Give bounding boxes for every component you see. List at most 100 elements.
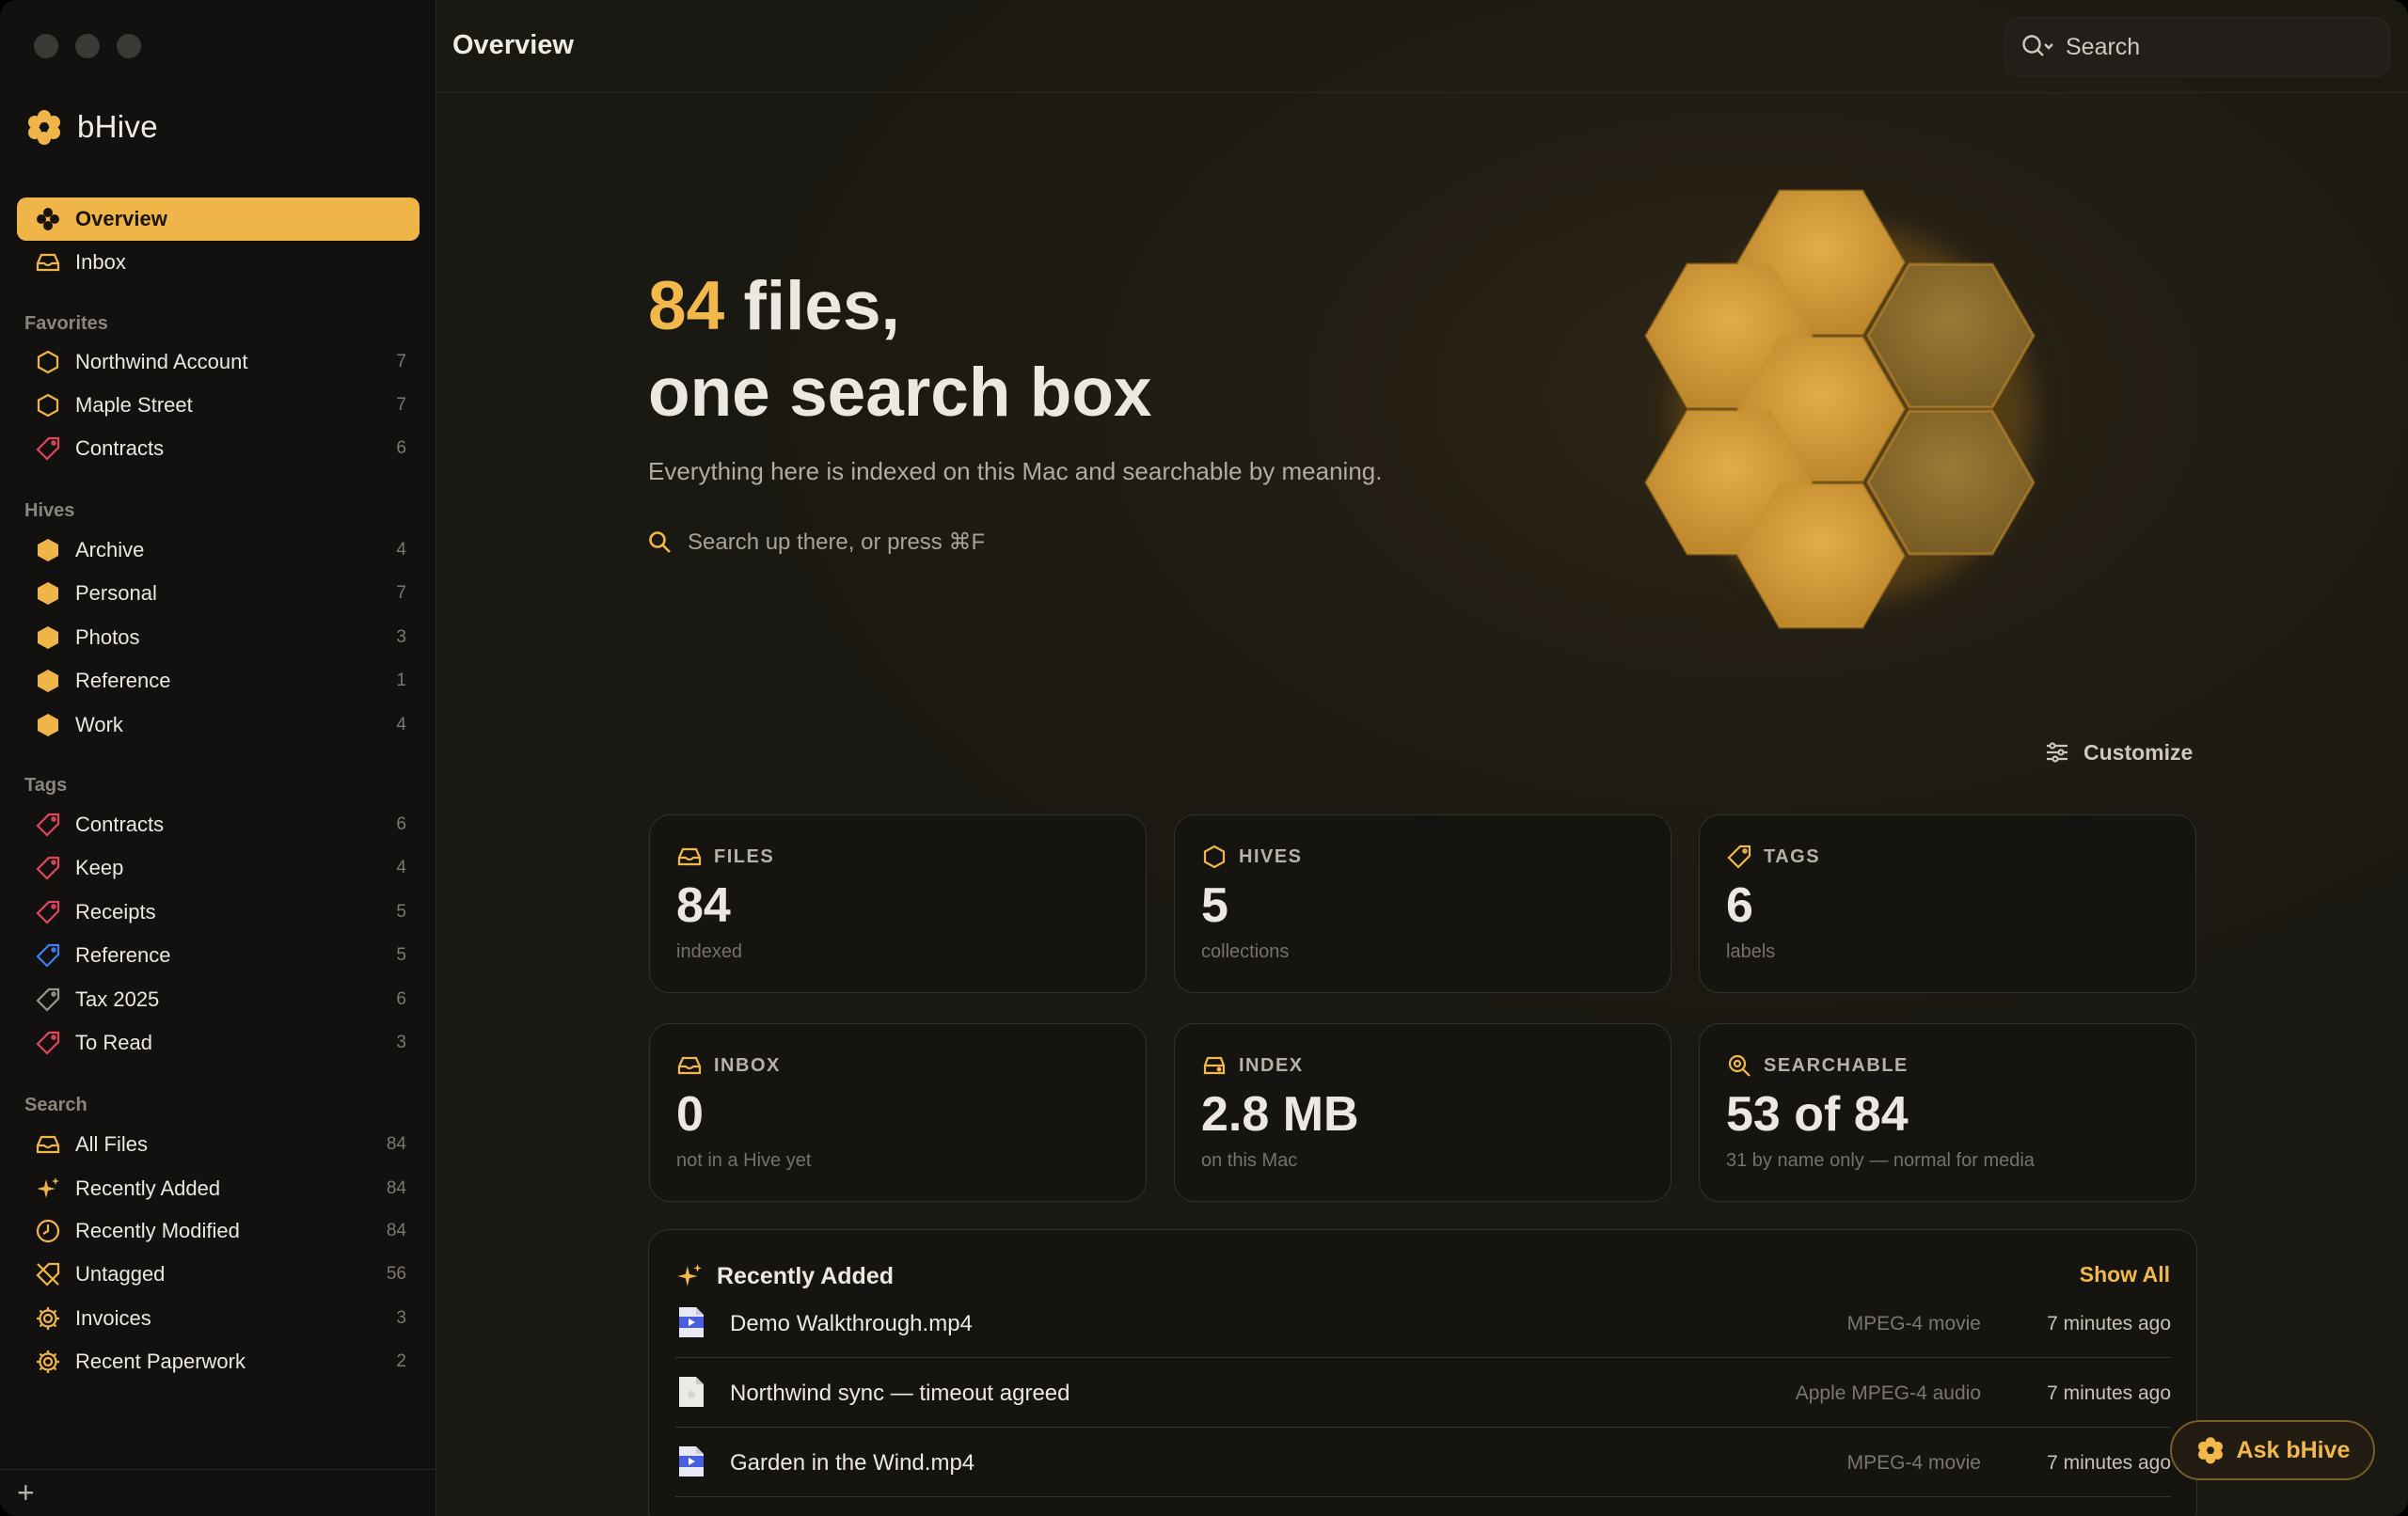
sidebar-item-all-files[interactable]: All Files 84 [17,1123,420,1166]
sidebar-item-count: 84 [386,1221,406,1240]
stat-card-searchable[interactable]: SEARCHABLE 53 of 84 31 by name only — no… [1699,1023,2196,1202]
sidebar-item-tag-tax-2025[interactable]: Tax 2025 6 [17,978,420,1021]
sidebar-item-personal[interactable]: Personal 7 [17,572,420,615]
stat-card-inbox[interactable]: INBOX 0 not in a Hive yet [649,1023,1147,1202]
sliders-icon [2047,742,2067,763]
sidebar-item-maple-street[interactable]: Maple Street 7 [17,384,420,427]
file-row[interactable]: Demo Walkthrough.mp4 MPEG-4 movie 7 minu… [675,1288,2171,1358]
close-window-button[interactable] [34,34,58,58]
hexagon-filled-icon [34,624,62,652]
hero-title-rest: files, [724,268,900,344]
sidebar-item-tag-to-read[interactable]: To Read 3 [17,1021,420,1065]
sidebar-item-label: Recently Added [75,1176,221,1200]
sidebar-item-tag-reference[interactable]: Reference 5 [17,934,420,977]
add-button[interactable]: + [17,1477,35,1508]
sidebar-item-reference-hive[interactable]: Reference 1 [17,659,420,703]
search-field[interactable] [2004,17,2390,77]
sidebar-item-label: Untagged [75,1262,166,1286]
sidebar-item-count: 56 [386,1264,406,1284]
stat-caption: indexed [676,941,743,962]
stat-card-files[interactable]: FILES 84 indexed [649,814,1147,993]
file-row[interactable]: Northwind sync — timeout agreed Apple MP… [675,1358,2171,1428]
sidebar-item-label: Overview [75,207,167,230]
customize-label: Customize [2083,739,2194,765]
sidebar-item-label: Archive [75,538,145,561]
sidebar-item-recently-added[interactable]: Recently Added 84 [17,1167,420,1210]
hero-heading: 84 files, one search box [648,263,1152,436]
stat-caption: collections [1201,941,1290,962]
sparkle-icon [677,1264,702,1287]
tag-icon [34,941,62,970]
sidebar-item-contracts-favorite[interactable]: Contracts 6 [17,427,420,470]
file-row[interactable]: Garden in the Wind.mp4 MPEG-4 movie 7 mi… [675,1428,2171,1497]
sidebar-item-northwind-account[interactable]: Northwind Account 7 [17,340,420,384]
sidebar-item-overview[interactable]: Overview [17,197,420,241]
file-name: Garden in the Wind.mp4 [730,1450,975,1476]
file-time: 7 minutes ago [2047,1382,2171,1404]
main-content: Overview 84 files, one search box Everyt… [437,0,2408,1516]
favorites-section-label: Favorites [24,313,108,334]
sidebar-footer: + [0,1469,436,1516]
sidebar-item-label: Inbox [75,250,126,274]
overview-icon [34,205,62,233]
clock-icon [34,1217,62,1245]
sidebar-item-inbox[interactable]: Inbox [17,241,420,284]
tag-icon [34,986,62,1014]
sidebar-item-count: 84 [386,1178,406,1198]
sidebar-item-label: Invoices [75,1306,151,1330]
sidebar-item-tag-receipts[interactable]: Receipts 5 [17,891,420,934]
sidebar-item-invoices[interactable]: Invoices 3 [17,1297,420,1340]
zoom-window-button[interactable] [117,34,141,58]
stat-caption: labels [1726,941,1776,962]
sidebar-item-count: 4 [396,858,406,877]
sidebar-item-label: Contracts [75,813,165,836]
stat-value: 2.8 MB [1201,1087,1359,1142]
sidebar-item-recent-paperwork[interactable]: Recent Paperwork 2 [17,1340,420,1383]
sidebar-item-count: 3 [396,1033,406,1052]
stat-label: INDEX [1239,1054,1304,1076]
untagged-icon [34,1260,62,1288]
sidebar-item-label: Recently Modified [75,1219,240,1242]
sidebar-item-work[interactable]: Work 4 [17,703,420,747]
search-icon [2022,35,2053,56]
file-type: MPEG-4 movie [1846,1313,1981,1334]
toolbar: Overview [437,0,2408,93]
sidebar-item-label: Contracts [75,436,165,460]
ask-bhive-button[interactable]: Ask bHive [2170,1420,2375,1480]
sidebar-item-archive[interactable]: Archive 4 [17,529,420,572]
hero-title-line-1: 84 files, [648,263,1152,350]
tag-icon [34,854,62,882]
app-window: bHive Overview Inbox Favorites Northwind… [0,0,2408,1516]
sidebar-item-count: 4 [396,540,406,560]
sidebar-item-label: Reference [75,943,171,967]
sidebar: bHive Overview Inbox Favorites Northwind… [0,0,436,1516]
tag-icon [34,434,62,463]
sidebar-item-count: 6 [396,438,406,458]
search-input[interactable] [2066,33,2348,61]
drive-icon [1203,1056,1226,1075]
stat-label: TAGS [1764,845,1821,867]
file-time: 7 minutes ago [2047,1313,2171,1334]
inbox-icon [677,1056,702,1075]
sidebar-item-recently-modified[interactable]: Recently Modified 84 [17,1209,420,1253]
sidebar-item-count: 7 [396,352,406,371]
sidebar-item-label: Recent Paperwork [75,1350,246,1373]
stat-card-index[interactable]: INDEX 2.8 MB on this Mac [1174,1023,1671,1202]
stat-value: 84 [676,878,731,933]
stat-card-tags[interactable]: TAGS 6 labels [1699,814,2196,993]
show-all-link[interactable]: Show All [2080,1262,2170,1287]
stat-value: 53 of 84 [1726,1087,1909,1142]
minimize-window-button[interactable] [75,34,100,58]
sidebar-item-untagged[interactable]: Untagged 56 [17,1253,420,1296]
app-name: bHive [77,109,158,144]
magnifier-icon [1728,1054,1751,1077]
hexagon-filled-icon [34,579,62,608]
customize-button[interactable]: Customize [2044,739,2193,766]
stat-card-hives[interactable]: HIVES 5 collections [1174,814,1671,993]
sidebar-item-tag-keep[interactable]: Keep 4 [17,846,420,890]
ask-bhive-label: Ask bHive [2236,1436,2351,1463]
sidebar-item-count: 7 [396,395,406,415]
sidebar-item-tag-contracts[interactable]: Contracts 6 [17,803,420,846]
hives-section-label: Hives [24,500,75,521]
sidebar-item-photos[interactable]: Photos 3 [17,616,420,659]
